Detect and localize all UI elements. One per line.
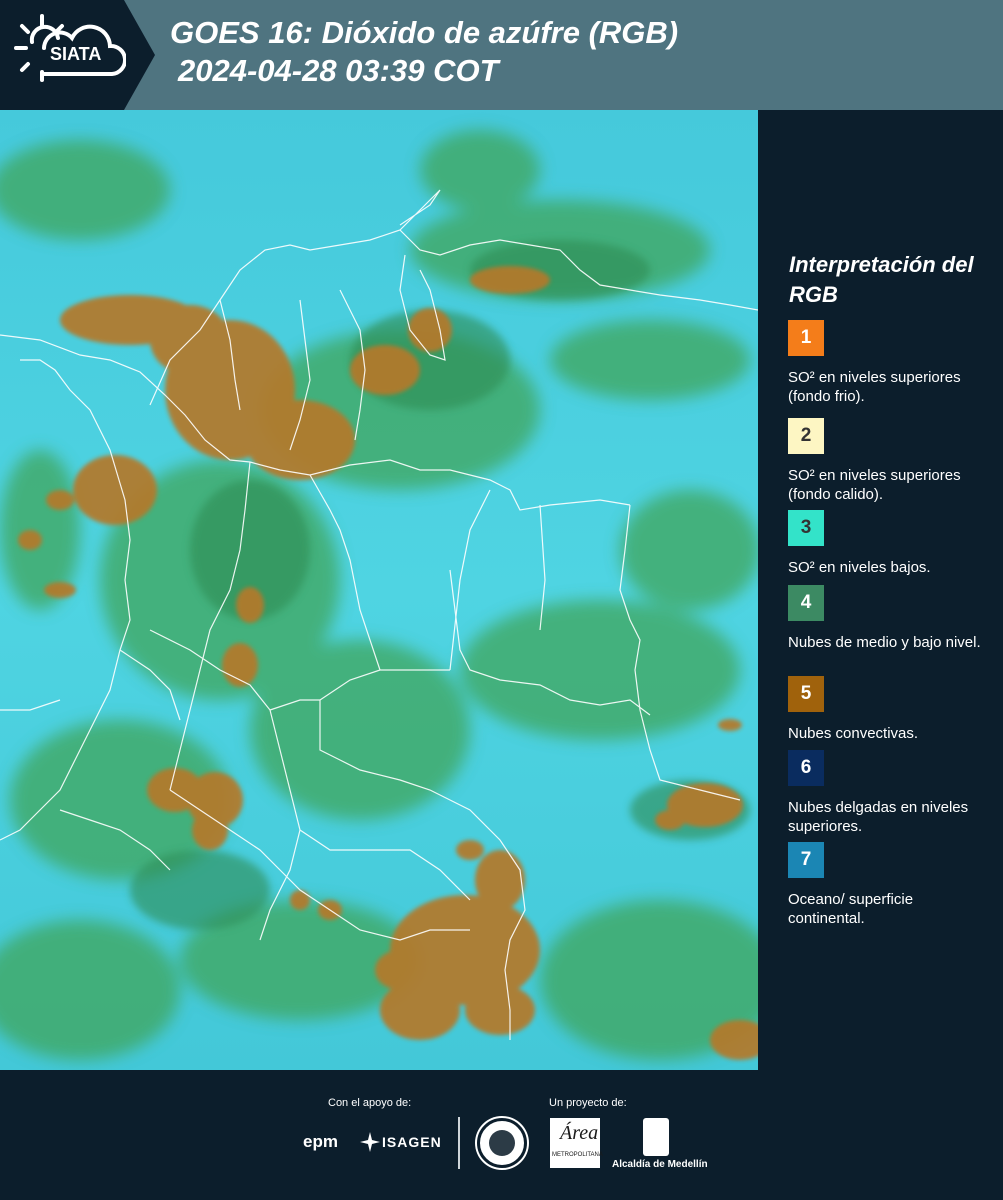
isagen-logo: ISAGEN (382, 1134, 442, 1150)
legend-swatch-2: 2 (788, 418, 824, 454)
header-bar: SIATA GOES 16: Dióxido de azúfre (RGB) 2… (0, 0, 1003, 110)
legend-label-2: SO² en niveles superiores (fondo calido)… (788, 467, 961, 503)
support-label: Con el apoyo de: (328, 1097, 412, 1109)
legend-swatch-1: 1 (788, 320, 824, 356)
legend-label-4: Nubes de medio y bajo nivel. (788, 634, 981, 651)
logo-wordmark: SIATA (50, 44, 102, 64)
satellite-image (0, 110, 758, 1070)
legend-number-1: 1 (800, 327, 812, 348)
legend-label-7: Oceano/ superficie continental. (788, 891, 914, 927)
alcaldia-crest-icon (643, 1118, 669, 1156)
legend-number-7: 7 (800, 849, 812, 870)
legend-swatch-4: 4 (788, 585, 824, 621)
area-metropolitana-logo: Área METROPOLITANA (550, 1118, 603, 1168)
legend-number-3: 3 (800, 517, 812, 538)
satellite-rgb-render (0, 110, 758, 1070)
legend-panel: Interpretación del RGB 1 SO² en niveles … (762, 110, 1003, 1070)
legend-label-6: Nubes delgadas en niveles superiores. (788, 799, 969, 835)
legend-swatch-6: 6 (788, 750, 824, 786)
siata-logo: SIATA (0, 0, 155, 110)
legend-item-4: 4 Nubes de medio y bajo nivel. (788, 585, 988, 671)
legend-label-1: SO² en niveles superiores (fondo frio). (788, 369, 961, 405)
project-label: Un proyecto de: (549, 1097, 627, 1109)
page-title: GOES 16: Dióxido de azúfre (RGB) 2024-04… (170, 14, 678, 90)
footer-divider (458, 1117, 460, 1169)
legend-swatch-3: 3 (788, 510, 824, 546)
footer-sponsors: Con el apoyo de: Un proyecto de: epm ISA… (0, 1070, 1003, 1200)
medellin-seal-icon (477, 1118, 527, 1168)
alcaldia-logo: Alcaldía de Medellín (612, 1159, 708, 1170)
title-line-timestamp: 2024-04-28 03:39 COT (178, 53, 499, 88)
legend-item-3: 3 SO² en niveles bajos. (788, 510, 988, 596)
legend-swatch-5: 5 (788, 676, 824, 712)
legend-item-6: 6 Nubes delgadas en niveles superiores. (788, 750, 988, 836)
legend-number-6: 6 (800, 757, 812, 778)
isagen-star-icon (360, 1132, 380, 1152)
legend-number-4: 4 (800, 592, 812, 613)
legend-number-2: 2 (800, 425, 812, 446)
legend-item-2: 2 SO² en niveles superiores (fondo calid… (788, 418, 988, 504)
legend-title: Interpretación del RGB (789, 252, 974, 307)
epm-logo: epm (303, 1132, 338, 1151)
legend-item-7: 7 Oceano/ superficie continental. (788, 842, 988, 928)
legend-number-5: 5 (800, 683, 812, 704)
legend-swatch-7: 7 (788, 842, 824, 878)
legend-item-1: 1 SO² en niveles superiores (fondo frio)… (788, 320, 988, 406)
title-line-product: GOES 16: Dióxido de azúfre (RGB) (170, 15, 679, 50)
